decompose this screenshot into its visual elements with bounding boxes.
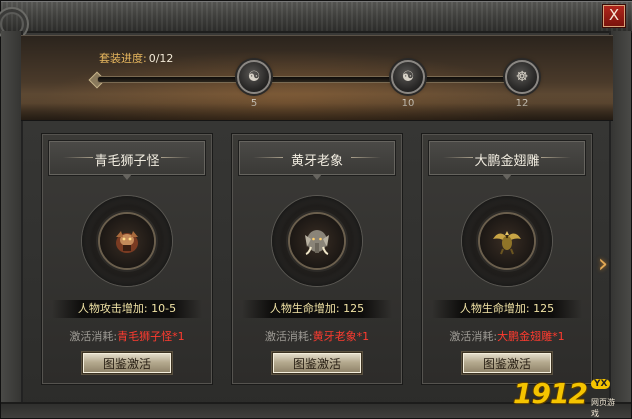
cost-label: 激活消耗:: [264, 330, 313, 343]
set-progress-label: 套装进度: 0/12: [99, 50, 173, 66]
watermark-number: 1912: [513, 377, 588, 410]
collection-window: X 套装进度: 0/12 ☯ 5 ☯ 10 ☸ 12 青毛狮子怪 人物攻击增加:…: [0, 0, 632, 419]
cost-label: 激活消耗:: [69, 330, 118, 343]
card-header: 青毛狮子怪: [48, 140, 206, 176]
milestone-10-count: 10: [401, 98, 415, 109]
set-progress-bar: [97, 76, 527, 83]
golden-roc-icon: [493, 231, 521, 255]
activate-collection-button[interactable]: 图鉴激活: [272, 352, 362, 374]
cost-label: 激活消耗:: [449, 330, 498, 343]
card-header: 黄牙老象: [238, 140, 396, 176]
set-progress-banner: 套装进度: 0/12 ☯ 5 ☯ 10 ☸ 12: [21, 35, 613, 121]
milestone-10-yin-yang-icon[interactable]: ☯: [391, 60, 425, 94]
milestone-12-beast-icon[interactable]: ☸: [505, 60, 539, 94]
milestone-12-count: 12: [515, 98, 529, 109]
collection-card-green-lion-demon: 青毛狮子怪 人物攻击增加: 10-5 激活消耗:青毛狮子怪*1 图鉴激活: [41, 133, 213, 385]
frame-left: [1, 31, 23, 418]
cost-value: 青毛狮子怪*1: [117, 330, 185, 343]
card-title: 黄牙老象: [290, 154, 343, 169]
yin-yang-icon: ☯: [401, 69, 415, 85]
card-activation-cost: 激活消耗:大鹏金翅雕*1: [422, 328, 592, 344]
milestone-5-compass-icon[interactable]: ☯: [237, 60, 271, 94]
green-lion-demon-portrait-icon: [100, 214, 154, 268]
site-watermark-logo: 1912 YX 网页游戏: [513, 377, 617, 418]
card-title: 青毛狮子怪: [94, 154, 160, 169]
compass-icon: ☯: [247, 69, 261, 85]
card-stat-bonus: 人物生命增加: 125: [242, 300, 392, 318]
portrait-frame: [272, 196, 362, 286]
window-title-bar: [0, 1, 632, 41]
milestone-5-count: 5: [250, 98, 258, 109]
divider: [351, 157, 381, 158]
card-stat-bonus: 人物生命增加: 125: [432, 300, 582, 318]
green-lion-demon-icon: [116, 231, 138, 253]
card-title: 大鹏金翅雕: [474, 154, 540, 169]
card-notch: [502, 174, 512, 180]
portrait-frame: [82, 196, 172, 286]
set-progress-value: 0/12: [148, 52, 174, 65]
card-header: 大鹏金翅雕: [428, 140, 586, 176]
next-page-arrow-icon[interactable]: ›: [593, 247, 613, 281]
yellow-tusk-elephant-portrait-icon: [290, 214, 344, 268]
set-progress-caption: 套装进度:: [99, 52, 147, 65]
activate-collection-button[interactable]: 图鉴激活: [462, 352, 552, 374]
collection-card-golden-roc: 大鹏金翅雕 人物生命增加: 125 激活消耗:大鹏金翅雕*1 图鉴激活: [421, 133, 593, 385]
collection-card-yellow-tusk-elephant: 黄牙老象 人物生命增加: 125 激活消耗:黄牙老象*1 图鉴激活: [231, 133, 403, 385]
divider: [161, 157, 191, 158]
card-activation-cost: 激活消耗:黄牙老象*1: [232, 328, 402, 344]
divider: [541, 157, 571, 158]
beast-icon: ☸: [515, 69, 529, 85]
golden-roc-portrait-icon: [480, 214, 534, 268]
activate-collection-button[interactable]: 图鉴激活: [82, 352, 172, 374]
card-activation-cost: 激活消耗:青毛狮子怪*1: [42, 328, 212, 344]
cost-value: 大鹏金翅雕*1: [497, 330, 565, 343]
watermark-subtitle: 网页游戏: [591, 398, 615, 418]
card-notch: [312, 174, 322, 180]
yellow-tusk-elephant-icon: [305, 230, 329, 255]
card-stat-bonus: 人物攻击增加: 10-5: [52, 300, 202, 318]
cost-value: 黄牙老象*1: [312, 330, 370, 343]
close-button[interactable]: X: [603, 5, 625, 27]
card-notch: [122, 174, 132, 180]
watermark-badge: YX: [591, 379, 611, 389]
portrait-frame: [462, 196, 552, 286]
